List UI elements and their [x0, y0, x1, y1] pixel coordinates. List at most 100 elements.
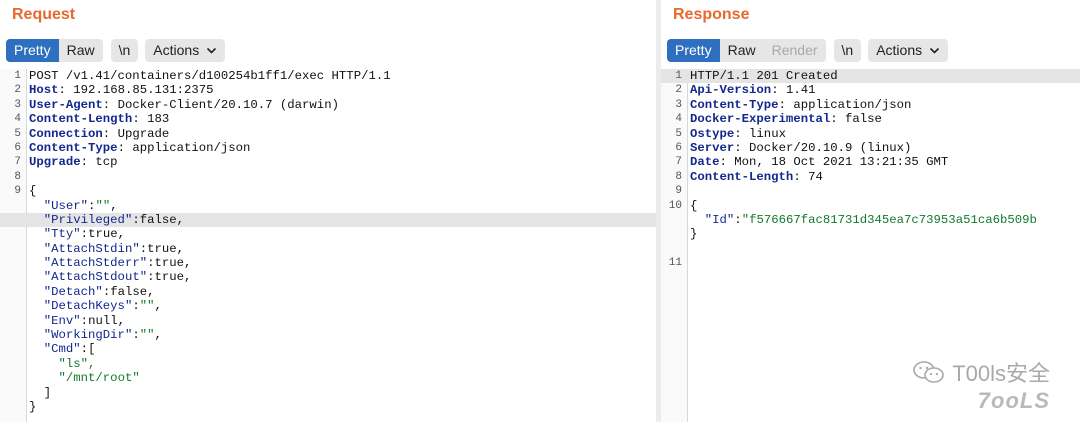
code-text: "AttachStdin":true,	[43, 241, 185, 256]
code-line: "AttachStdin":true,	[0, 242, 656, 256]
request-newline-toggle[interactable]: \n	[110, 39, 139, 62]
request-toolbar: Pretty Raw \n Actions	[6, 39, 226, 62]
line-number: 11	[668, 257, 682, 270]
header-value: 1.41	[778, 83, 816, 98]
code-text: "/mnt/root"	[29, 371, 140, 385]
code-line: "/mnt/root"	[0, 371, 656, 385]
request-actions-button[interactable]: Actions	[145, 39, 226, 62]
json-value: true	[154, 256, 184, 271]
code-text: "Id":"f576667fac81731d345ea7c73953a51ca6…	[704, 212, 1037, 227]
header-value: 192.168.85.131:2375	[65, 83, 214, 98]
code-line: 4 Content-Length: 183	[0, 112, 656, 126]
json-key: "Detach"	[43, 284, 103, 299]
code-text: }	[29, 400, 36, 414]
json-brace: }	[29, 399, 37, 414]
code-line: 3 User-Agent: Docker-Client/20.10.7 (darw…	[0, 98, 656, 112]
header-value: HTTP/1.1 201 Created	[690, 69, 838, 83]
code-text: ]	[29, 386, 51, 400]
json-value: true	[154, 270, 184, 285]
response-tab-raw[interactable]: Raw	[719, 39, 764, 62]
json-separator: ,	[117, 227, 125, 242]
chevron-down-icon	[930, 47, 940, 54]
json-separator: ,	[154, 299, 162, 314]
code-line: 7 Date: Mon, 18 Oct 2021 13:21:35 GMT	[661, 155, 1080, 169]
chevron-down-icon	[207, 47, 217, 54]
response-newline-toggle[interactable]: \n	[833, 39, 862, 62]
code-text: Host: 192.168.85.131:2375	[29, 83, 214, 98]
json-value: false	[110, 284, 148, 299]
code-text: POST /v1.41/containers/d100254b1ff1/exec…	[29, 69, 391, 83]
json-key: "DetachKeys"	[43, 299, 133, 314]
header-key: Ostype	[690, 126, 735, 141]
request-tab-raw[interactable]: Raw	[58, 39, 103, 62]
header-value: Upgrade	[110, 126, 170, 141]
header-value: tcp	[88, 155, 118, 170]
code-line: "AttachStdout":true,	[0, 270, 656, 284]
code-line: "DetachKeys":"",	[0, 299, 656, 313]
line-number: 3	[675, 98, 682, 111]
code-text: "Privileged":false,	[43, 212, 185, 227]
code-line: 11	[661, 256, 1080, 270]
request-title: Request	[12, 6, 76, 23]
code-line: 5 Ostype: linux	[661, 127, 1080, 141]
line-number: 6	[14, 141, 21, 154]
header-key: Content-Length	[29, 112, 133, 127]
code-text: "AttachStdout":true,	[43, 270, 192, 285]
line-number: 2	[14, 84, 21, 97]
request-tab-pretty[interactable]: Pretty	[6, 39, 59, 62]
line-number: 8	[675, 170, 682, 183]
header-value: linux	[741, 126, 786, 141]
header-value: Docker-Client/20.10.7 (darwin)	[110, 97, 339, 112]
code-line: "WorkingDir":"",	[0, 328, 656, 342]
json-value: ""	[139, 328, 155, 343]
request-view-tabs: Pretty Raw	[6, 39, 103, 62]
line-number: 1	[14, 70, 21, 82]
code-text: HTTP/1.1 201 Created	[690, 69, 838, 83]
json-value: true	[88, 227, 118, 242]
code-line: 6 Content-Type: application/json	[0, 141, 656, 155]
json-separator: ,	[184, 270, 192, 285]
header-value: application/json	[785, 97, 912, 112]
request-actions-label: Actions	[153, 42, 200, 58]
code-text: {	[29, 184, 36, 198]
json-separator: ,	[117, 313, 125, 328]
json-separator: ,	[110, 198, 118, 213]
code-text: "Tty":true,	[43, 227, 125, 242]
response-tab-pretty[interactable]: Pretty	[667, 39, 720, 62]
header-key: Connection	[29, 126, 103, 141]
code-line: 2 Host: 192.168.85.131:2375	[0, 83, 656, 97]
json-key: "WorkingDir"	[43, 328, 133, 343]
code-line: 3 Content-Type: application/json	[661, 98, 1080, 112]
header-key: Content-Length	[690, 169, 794, 184]
header-key: Server	[690, 140, 735, 155]
json-key: "Id"	[704, 212, 735, 227]
json-key: "Privileged"	[43, 212, 133, 227]
header-value: Docker/20.10.9 (linux)	[741, 140, 912, 155]
header-value: application/json	[124, 140, 251, 155]
json-array-item: "/mnt/root"	[58, 371, 140, 386]
code-text: "User":"",	[43, 198, 118, 213]
header-key: Date	[690, 155, 720, 170]
code-line: "AttachStderr":true,	[0, 256, 656, 270]
json-key: "User"	[43, 198, 89, 213]
header-key: User-Agent	[29, 97, 103, 112]
line-number: 5	[14, 127, 21, 140]
response-actions-button[interactable]: Actions	[868, 39, 949, 62]
wechat-icon	[913, 361, 944, 383]
code-text: "Cmd":[	[43, 342, 96, 357]
json-key: "AttachStderr"	[43, 256, 148, 271]
header-value: POST /v1.41/containers/d100254b1ff1/exec…	[29, 69, 391, 83]
code-text: Upgrade: tcp	[29, 155, 118, 170]
header-value: 183	[139, 112, 170, 127]
line-number: 6	[675, 141, 682, 154]
request-editor[interactable]: 1 POST /v1.41/containers/d100254b1ff1/exe…	[0, 69, 656, 422]
header-value: Mon, 18 Oct 2021 13:21:35 GMT	[726, 155, 949, 170]
code-text: Connection: Upgrade	[29, 126, 170, 141]
code-text: "WorkingDir":"",	[43, 328, 162, 343]
code-text: "DetachKeys":"",	[43, 299, 162, 314]
json-brace: }	[690, 227, 698, 242]
response-tab-render[interactable]: Render	[763, 39, 826, 62]
json-value: false	[139, 212, 177, 227]
code-text: Content-Type: application/json	[690, 97, 912, 112]
code-text: Content-Length: 74	[690, 169, 823, 184]
